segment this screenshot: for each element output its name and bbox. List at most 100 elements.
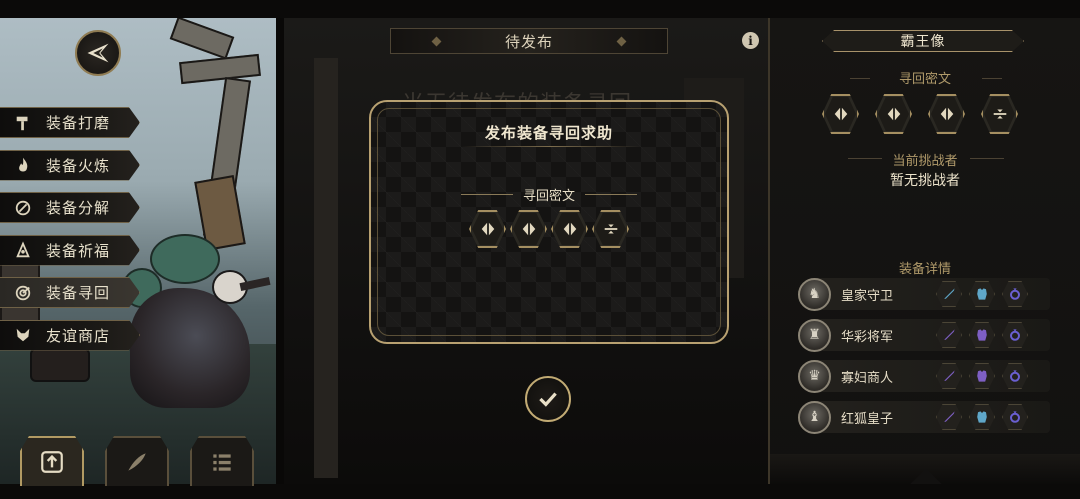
split-diamond-rune-icon [481,222,494,236]
divider [461,146,641,147]
divider [850,78,870,79]
menu-item-disassemble[interactable]: 装备分解 [0,192,140,223]
equipment-row[interactable]: ♞ 皇家守卫 [798,277,1050,311]
rune-label: 寻回密文 [522,189,575,204]
menu-item-polish[interactable]: 装备打磨 [0,107,140,138]
equipment-owner-name: 红狐皇子 [841,411,894,427]
sword-icon [944,411,955,422]
rune-section-label: 寻回密文 [898,72,951,87]
disassemble-icon [8,195,38,221]
equipment-row[interactable]: ♛ 寡妇商人 [798,359,1050,393]
ring-icon [1010,411,1020,423]
armor-slot[interactable] [969,363,995,389]
flame-icon [8,152,38,178]
equipment-row[interactable]: ♜ 华彩将军 [798,318,1050,352]
tab-upload[interactable] [20,436,84,486]
sword-icon [944,329,955,340]
back-logo-button[interactable] [75,30,121,76]
statue-panel: 霸王像 寻回密文 当前挑战者 暂无挑战者 装备详情 ♞ 皇家守卫 ♜ 华彩将军 … [768,18,1080,484]
menu-label: 装备分解 [46,199,111,217]
broken-plank [169,18,235,60]
divider [848,158,882,159]
rune-slot[interactable] [469,210,506,248]
ring-icon [1010,329,1020,341]
equipment-owner-name: 皇家守卫 [841,288,894,304]
guard-avatar: ♞ [798,277,831,311]
statue-header: 霸王像 [822,30,1024,52]
retrieve-icon [8,280,38,306]
tab-list[interactable] [190,436,254,486]
widow-avatar: ♛ [798,359,831,393]
diamond-ornament [431,36,442,47]
menu-label: 装备寻回 [46,284,111,302]
ring-slot[interactable] [1002,322,1028,348]
equipment-owner-name: 华彩将军 [841,329,894,345]
rune-slot [822,94,859,134]
ring-slot[interactable] [1002,363,1028,389]
equipment-list: ♞ 皇家守卫 ♜ 华彩将军 ♛ 寡妇商人 ♝ 红狐皇子 [798,277,1050,442]
character-figure [130,288,250,408]
sword-slot[interactable] [936,281,962,307]
rune-slot[interactable] [592,210,629,248]
divider [585,194,637,195]
info-icon[interactable]: i [742,32,759,49]
sword-slot[interactable] [936,322,962,348]
armor-slot[interactable] [969,322,995,348]
rune-label-row: 寻回密文 [371,185,727,204]
sword-slot[interactable] [936,404,962,430]
sword-slot[interactable] [936,363,962,389]
armor-icon [977,288,987,300]
menu-item-friend-shop[interactable]: 友谊商店 [0,319,140,351]
armor-icon [977,370,987,382]
ring-icon [1010,370,1020,382]
menu-label: 装备火炼 [46,156,111,175]
menu-item-blessing[interactable]: 装备祈福 [0,234,140,266]
split-diamond-rune-icon [522,222,535,236]
upload-arrow-icon [41,451,63,473]
diamond-ornament [616,36,627,47]
menu-item-forge[interactable]: 装备火炼 [0,149,140,181]
rune-slot [981,94,1018,134]
rune-slot [928,94,965,134]
bar-rune-icon [993,109,1006,119]
armor-slot[interactable] [969,281,995,307]
wing-arrow-icon [87,43,109,63]
rune-row [371,210,727,248]
blessing-icon [8,237,38,263]
ring-slot[interactable] [1002,404,1028,430]
pending-header: 待发布 [390,28,668,54]
divider [460,194,513,195]
general-avatar: ♜ [798,318,831,352]
menu-label: 友谊商店 [46,326,111,345]
equipment-row[interactable]: ♝ 红狐皇子 [798,400,1050,434]
side-menu: 装备打磨 装备火炼 装备分解 装备祈福 装备寻回 友谊商店 [0,107,140,362]
sword-icon [944,370,955,381]
armor-slot[interactable] [969,404,995,430]
feather-icon [128,453,146,471]
panel-bottom-ornament [770,454,1080,484]
confirm-button[interactable] [525,376,571,422]
bar-rune-icon [604,224,617,234]
split-diamond-rune-icon [887,107,900,121]
tab-feather[interactable] [105,436,169,486]
rune-slot[interactable] [510,210,547,248]
rune-slot[interactable] [551,210,588,248]
list-icon [213,454,231,471]
center-panel: 当无待发布的装备寻回 待发布 i 发布装备寻回求助 寻回密文 [276,18,768,484]
equip-detail-label: 装备详情 [898,262,951,277]
divider [982,78,1002,79]
pending-title: 待发布 [504,32,553,51]
challenger-value: 暂无挑战者 [890,173,960,189]
menu-label: 装备祈福 [46,241,111,260]
equipment-owner-name: 寡妇商人 [841,370,894,386]
statue-title: 霸王像 [900,34,946,50]
rune-slot [875,94,912,134]
bg-pole [314,58,338,478]
ring-slot[interactable] [1002,281,1028,307]
armor-icon [977,411,987,423]
bush [150,234,220,284]
sword-icon [944,288,955,299]
fox-prince-avatar: ♝ [798,400,831,434]
publish-dialog: 发布装备寻回求助 寻回密文 [369,100,729,344]
menu-item-retrieve[interactable]: 装备寻回 [0,277,140,308]
